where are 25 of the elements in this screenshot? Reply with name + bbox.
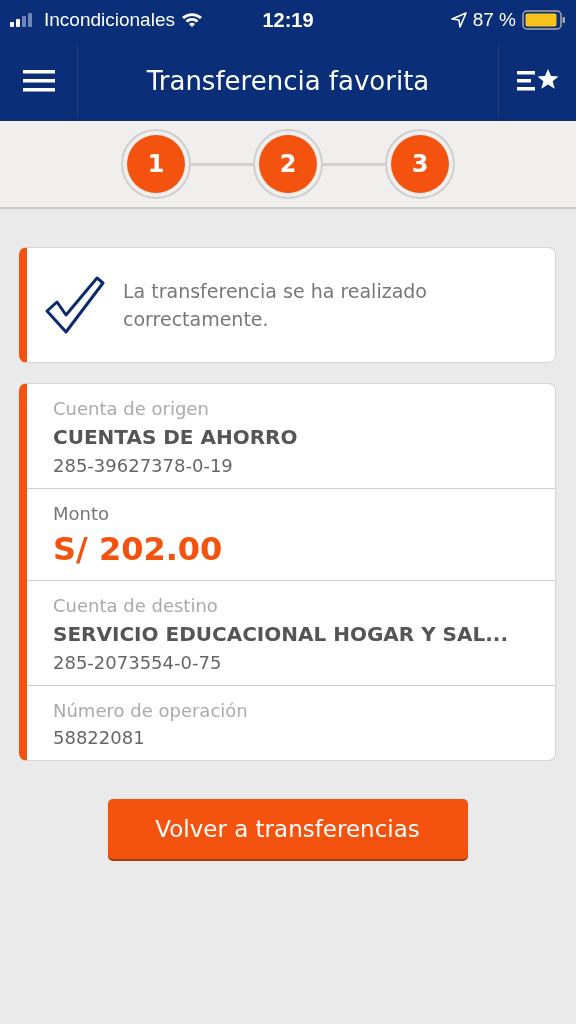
list-star-icon — [516, 67, 559, 94]
back-to-transfers-button[interactable]: Volver a transferencias — [107, 799, 468, 859]
location-icon — [450, 12, 467, 28]
field-label: Cuenta de origen — [53, 398, 210, 419]
checkmark-icon — [43, 274, 107, 336]
field-label: Monto — [53, 503, 111, 524]
account-number: 285-2073554-0-75 — [53, 652, 223, 673]
carrier-name: Incondicionales — [44, 9, 175, 31]
clock-time: 12:19 — [262, 8, 314, 32]
step-indicator: 1 — [127, 135, 185, 193]
account-number: 285-39627378-0-19 — [53, 455, 234, 476]
account-name: SERVICIO EDUCACIONAL HOGAR Y SAL... — [53, 622, 510, 646]
success-message: La transferencia se ha realizado correctamente. — [123, 279, 428, 332]
menu-icon — [22, 69, 55, 92]
battery-percent: 87 % — [472, 9, 516, 31]
operation-number: 58822081 — [53, 727, 146, 748]
field-label: Número de operación — [53, 700, 249, 721]
account-name: CUENTAS DE AHORRO — [53, 425, 299, 449]
step-indicator: 2 — [259, 135, 317, 193]
wifi-icon — [181, 12, 203, 28]
step-indicator: 3 — [391, 135, 449, 193]
field-label: Cuenta de destino — [53, 595, 219, 616]
battery-icon — [522, 10, 566, 30]
amount-value: S/ 202.00 — [53, 530, 224, 568]
screen-title: Transferencia favorita — [145, 65, 431, 96]
